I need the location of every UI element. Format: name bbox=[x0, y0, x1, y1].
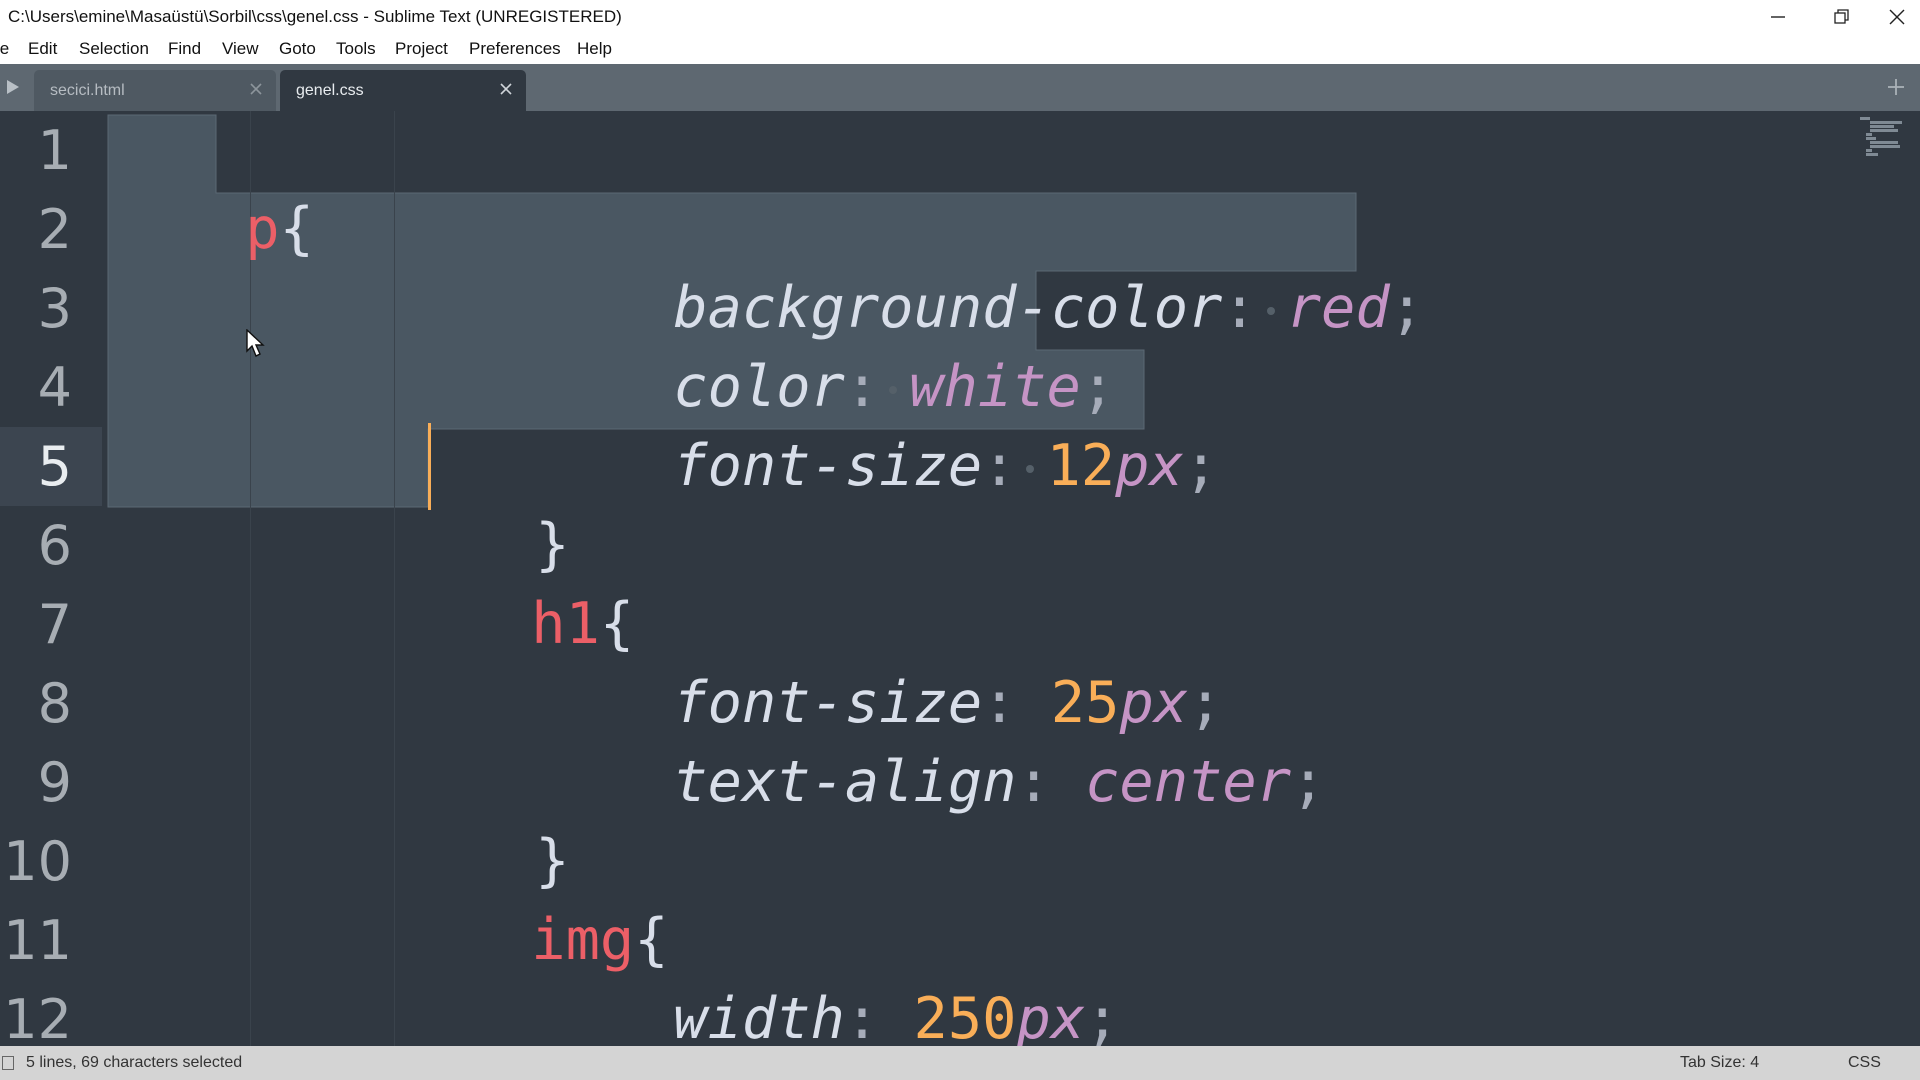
semicolon: ; bbox=[1291, 749, 1326, 815]
code-line-9: } bbox=[398, 743, 569, 894]
panel-toggle-icon[interactable] bbox=[2, 1056, 14, 1070]
editor-area[interactable]: 1 2 3 4 5 6 7 8 9 10 11 12 p{ background… bbox=[0, 111, 1920, 1046]
code-line-3: color: white; bbox=[536, 269, 1115, 420]
minimap[interactable] bbox=[1856, 115, 1912, 159]
close-icon bbox=[1889, 9, 1905, 25]
colon: : bbox=[1222, 275, 1257, 341]
syntax-indicator[interactable]: CSS bbox=[1848, 1054, 1881, 1072]
menu-bar: le Edit Selection Find View Goto Tools P… bbox=[0, 34, 1920, 65]
status-bar: 5 lines, 69 characters selected Tab Size… bbox=[0, 1046, 1920, 1080]
menu-view[interactable]: View bbox=[222, 39, 259, 59]
window-title: C:\Users\emine\Masaüstü\Sorbil\css\genel… bbox=[8, 7, 622, 26]
title-bar: C:\Users\emine\Masaüstü\Sorbil\css\genel… bbox=[0, 0, 1920, 34]
tab-size-indicator[interactable]: Tab Size: 4 bbox=[1680, 1054, 1759, 1072]
whitespace-dot bbox=[1266, 307, 1275, 316]
code-line-12: height: 250px; bbox=[536, 980, 1154, 1046]
tab-bar: secici.html genel.css bbox=[0, 64, 1920, 111]
css-number: 12 bbox=[1046, 433, 1116, 499]
menu-selection[interactable]: Selection bbox=[79, 39, 149, 59]
whitespace-dot bbox=[1026, 465, 1035, 474]
selection-status: 5 lines, 69 characters selected bbox=[26, 1054, 243, 1071]
code-line-8: text-align: center; bbox=[536, 664, 1325, 815]
code-line-10: img{ bbox=[394, 822, 668, 973]
code-line-1: p{ bbox=[108, 111, 314, 262]
restore-button[interactable] bbox=[1810, 0, 1874, 34]
menu-file[interactable]: le bbox=[0, 39, 9, 59]
tab-label: secici.html bbox=[50, 82, 125, 99]
colon: : bbox=[982, 433, 1017, 499]
css-value: red bbox=[1286, 275, 1390, 341]
brace: { bbox=[279, 196, 314, 262]
css-property: text-align bbox=[673, 749, 1017, 815]
tab-close-icon[interactable] bbox=[500, 83, 512, 95]
menu-find[interactable]: Find bbox=[168, 39, 201, 59]
code-line-4: font-size: 12px; bbox=[536, 348, 1218, 499]
tab-genel-css[interactable]: genel.css bbox=[280, 70, 526, 111]
semicolon: ; bbox=[1183, 433, 1219, 499]
code-line-6: h1{ bbox=[394, 506, 634, 657]
code-line-11: width: 250px; bbox=[536, 901, 1119, 1046]
mouse-cursor-icon bbox=[246, 329, 265, 357]
code-line-5: } bbox=[398, 427, 569, 578]
menu-tools[interactable]: Tools bbox=[336, 39, 376, 59]
css-value: center bbox=[1085, 749, 1292, 815]
menu-project[interactable]: Project bbox=[395, 39, 448, 59]
new-tab-icon[interactable] bbox=[1886, 77, 1906, 97]
css-selector: p bbox=[245, 196, 280, 262]
tab-label: genel.css bbox=[296, 82, 364, 99]
text-caret bbox=[428, 423, 431, 510]
minimize-button[interactable] bbox=[1746, 0, 1810, 34]
menu-goto[interactable]: Goto bbox=[279, 39, 316, 59]
menu-preferences[interactable]: Preferences bbox=[469, 39, 561, 59]
code-line-7: font-size: 25px; bbox=[536, 585, 1222, 736]
menu-edit[interactable]: Edit bbox=[28, 39, 57, 59]
close-window-button[interactable] bbox=[1874, 0, 1920, 34]
colon: : bbox=[1016, 749, 1051, 815]
css-unit: px bbox=[1115, 433, 1184, 499]
menu-help[interactable]: Help bbox=[577, 39, 612, 59]
tab-secici-html[interactable]: secici.html bbox=[34, 70, 276, 111]
semicolon: ; bbox=[1389, 275, 1424, 341]
code-line-2: background-color: red; bbox=[536, 190, 1424, 341]
restore-icon bbox=[1834, 9, 1849, 24]
tab-close-icon[interactable] bbox=[250, 83, 262, 95]
sidebar-toggle-icon[interactable] bbox=[6, 79, 20, 95]
minimize-icon bbox=[1771, 16, 1785, 18]
css-property: font-size bbox=[673, 433, 983, 499]
